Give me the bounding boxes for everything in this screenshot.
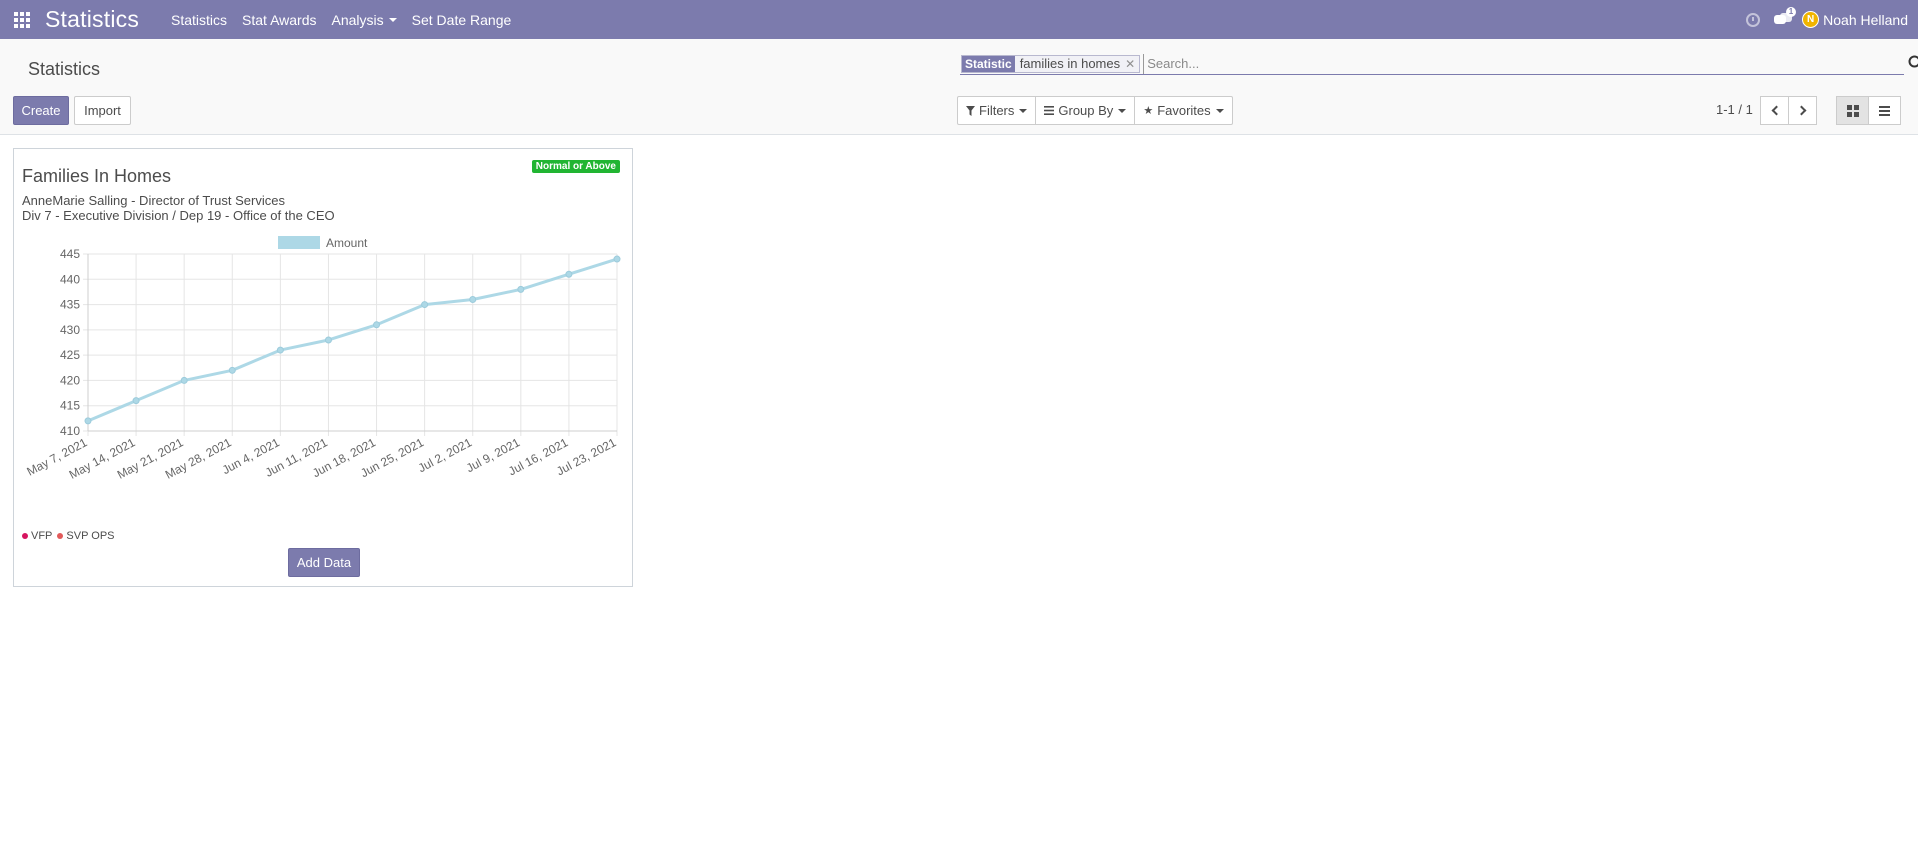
page-title: Statistics <box>28 59 101 79</box>
bars-icon <box>1044 106 1055 115</box>
series-line <box>86 257 619 423</box>
facet-remove-icon[interactable]: ✕ <box>1125 55 1140 72</box>
create-button[interactable]: Create <box>13 96 69 125</box>
caret-down-icon <box>1019 108 1028 113</box>
card-title: Families In Homes <box>22 166 172 186</box>
card-department: Div 7 - Executive Division / Dep 19 - Of… <box>22 208 335 223</box>
data-point <box>84 417 92 425</box>
top-navbar: Statistics Statistics Stat Awards Analys… <box>0 0 1918 39</box>
legend-label: Amount <box>326 236 368 250</box>
data-point <box>421 301 429 309</box>
chevron-right-icon <box>1796 105 1806 116</box>
data-point <box>276 346 284 354</box>
y-tick-label: 410 <box>60 424 80 438</box>
list-view-button[interactable] <box>1868 96 1901 125</box>
y-tick-label: 435 <box>60 298 80 312</box>
filter-icon <box>966 105 975 116</box>
user-menu[interactable]: N Noah Helland <box>1802 11 1908 28</box>
y-tick-label: 415 <box>60 399 80 413</box>
x-tick-label: Jul 2, 2021 <box>416 435 475 475</box>
tag-dot-icon <box>22 533 28 539</box>
y-tick-label: 430 <box>60 323 80 337</box>
menu-analysis[interactable]: Analysis <box>332 12 397 28</box>
kanban-grid-icon <box>1846 104 1859 117</box>
favorites-label: Favorites <box>1157 103 1211 118</box>
pager-next-button[interactable] <box>1788 96 1817 125</box>
avatar: N <box>1802 11 1820 28</box>
search-bar: Statistic families in homes ✕ <box>960 53 1918 75</box>
user-name: Noah Helland <box>1823 11 1908 28</box>
list-icon <box>1879 105 1890 116</box>
filters-label: Filters <box>979 103 1015 118</box>
import-button[interactable]: Import <box>74 96 131 125</box>
data-point <box>324 336 332 344</box>
filters-button[interactable]: Filters <box>958 97 1037 124</box>
y-tick-label: 445 <box>60 247 80 261</box>
pager-previous-button[interactable] <box>1760 96 1789 125</box>
line-chart: 410415420425430435440445May 7, 2021May 1… <box>25 236 621 482</box>
activity-clock-icon[interactable] <box>1738 0 1768 39</box>
facet-label: Statistic <box>962 55 1015 72</box>
card-tags: VFP SVP OPS <box>22 530 115 542</box>
y-tick-label: 440 <box>60 272 80 286</box>
data-point <box>613 255 621 263</box>
tag-dot-icon <box>57 533 64 539</box>
data-point <box>469 296 477 304</box>
menu-stat-awards[interactable]: Stat Awards <box>242 12 316 28</box>
legend-swatch <box>278 236 320 249</box>
app-brand[interactable]: Statistics <box>45 6 139 33</box>
messaging-icon[interactable]: 1 <box>1768 0 1798 39</box>
data-point <box>132 397 140 405</box>
data-point <box>228 366 236 374</box>
data-point <box>373 321 381 329</box>
y-tick-label: 420 <box>60 373 80 387</box>
data-point <box>180 376 188 384</box>
star-icon: ★ <box>1143 105 1154 117</box>
search-options: Filters Group By ★ Favorites <box>957 96 1233 125</box>
caret-down-icon <box>1118 108 1127 113</box>
search-facet: Statistic families in homes ✕ <box>961 54 1141 73</box>
control-panel: Statistics Statistic families in homes ✕… <box>0 39 1918 135</box>
y-tick-label: 425 <box>60 348 80 362</box>
status-badge: Normal or Above <box>531 160 620 173</box>
menu-statistics[interactable]: Statistics <box>171 12 227 28</box>
group-by-label: Group By <box>1058 103 1114 118</box>
menu-analysis-label: Analysis <box>331 11 384 28</box>
facet-value: families in homes <box>1014 55 1126 72</box>
apps-menu-icon[interactable] <box>0 0 44 39</box>
tag-label: SVP OPS <box>66 530 115 542</box>
favorites-button[interactable]: ★ Favorites <box>1135 97 1231 124</box>
kanban-view-button[interactable] <box>1836 96 1869 125</box>
caret-down-icon <box>1215 108 1224 113</box>
search-icon[interactable] <box>1908 55 1918 71</box>
chevron-left-icon <box>1771 105 1781 116</box>
card-owner: AnneMarie Salling - Director of Trust Se… <box>22 193 285 208</box>
message-count-badge: 1 <box>1785 7 1797 17</box>
data-point <box>517 285 525 293</box>
caret-down-icon <box>388 17 397 22</box>
tag-label: VFP <box>31 530 53 542</box>
menu-set-date-range[interactable]: Set Date Range <box>412 12 512 28</box>
group-by-button[interactable]: Group By <box>1036 97 1136 124</box>
data-point <box>565 270 573 278</box>
statistic-card[interactable]: Families In Homes Normal or Above AnneMa… <box>13 148 633 587</box>
add-data-button[interactable]: Add Data <box>288 548 360 577</box>
search-input[interactable] <box>1143 53 1904 74</box>
pager-value[interactable]: 1-1 / 1 <box>1716 102 1753 117</box>
